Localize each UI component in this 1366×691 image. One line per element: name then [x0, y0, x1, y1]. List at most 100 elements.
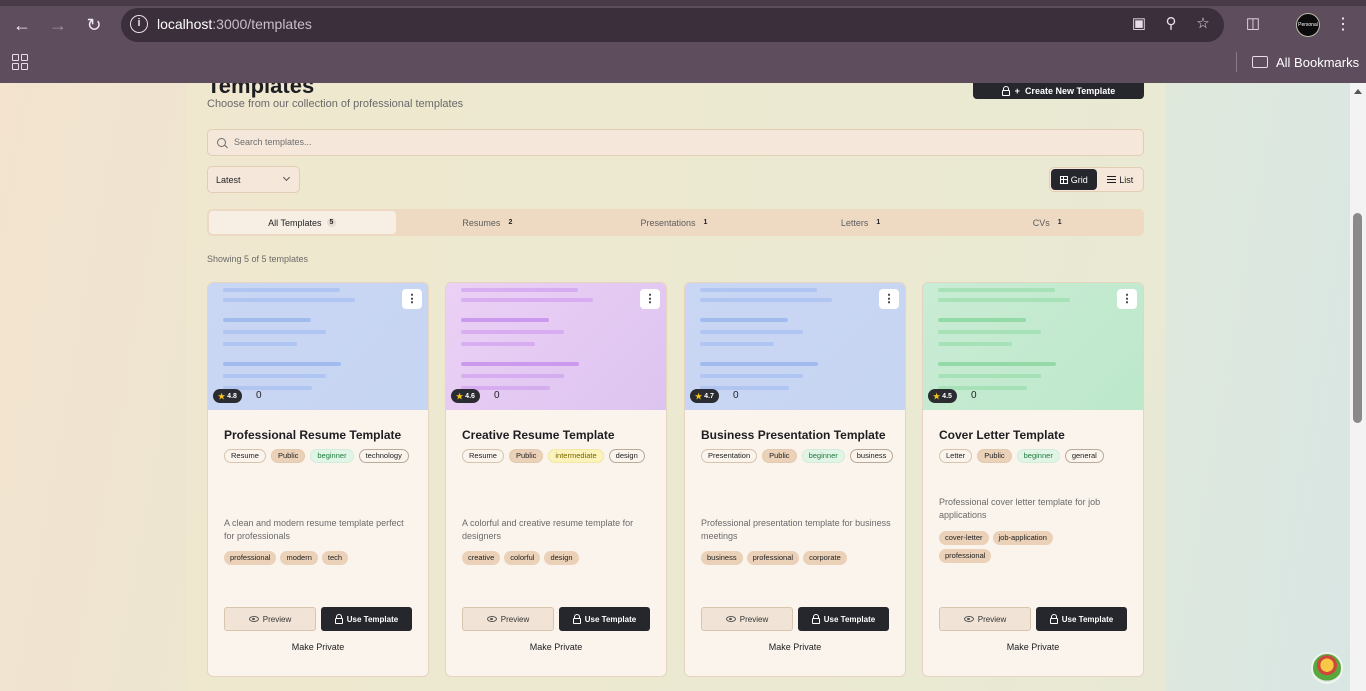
profile-avatar[interactable]: Personal — [1296, 13, 1320, 37]
tab-all-templates[interactable]: All Templates 5 — [209, 211, 396, 234]
preview-label: Preview — [977, 614, 1007, 624]
plus-icon: + — [1014, 86, 1020, 96]
preview-label: Preview — [500, 614, 530, 624]
tab-count: 5 — [326, 218, 337, 227]
placeholder-line — [700, 318, 788, 322]
install-app-icon[interactable]: ▣ — [1129, 14, 1149, 34]
template-card[interactable]: ⋮ ★ 4.7 0 Business Presentation Template … — [684, 282, 906, 677]
preview-button[interactable]: Preview — [939, 607, 1031, 631]
all-bookmarks-label: All Bookmarks — [1276, 54, 1360, 70]
search-icon — [217, 138, 226, 147]
search-input[interactable]: Search templates... — [234, 137, 312, 147]
forward-arrow-icon[interactable]: → — [45, 12, 71, 38]
preview-button[interactable]: Preview — [462, 607, 554, 631]
lock-icon — [334, 613, 343, 624]
tag: professional — [224, 551, 277, 565]
tab-label: Letters — [840, 217, 869, 228]
make-private-link[interactable]: Make Private — [208, 642, 428, 652]
tag: corporate — [803, 551, 847, 565]
star-icon: ★ — [695, 391, 703, 401]
preview-button[interactable]: Preview — [224, 607, 316, 631]
reload-icon[interactable]: ↻ — [81, 12, 107, 38]
use-template-button[interactable]: Use Template — [1036, 607, 1127, 631]
placeholder-line — [938, 374, 1041, 378]
site-info-icon[interactable]: i — [130, 15, 148, 33]
tab-label: CVs — [1032, 217, 1050, 228]
bookmark-star-icon[interactable]: ☆ — [1193, 14, 1213, 34]
placeholder-line — [223, 342, 297, 346]
grid-view-button[interactable]: Grid — [1051, 169, 1097, 190]
star-icon: ★ — [218, 391, 226, 401]
lock-icon — [1001, 85, 1010, 96]
use-template-label: Use Template — [823, 614, 876, 624]
tab-presentations[interactable]: Presentations 1 — [582, 211, 769, 234]
card-badges: Letter Public beginner general — [939, 449, 1139, 463]
page-viewport: Templates Choose from our collection of … — [0, 83, 1366, 691]
template-card[interactable]: ⋮ ★ 4.5 0 Cover Letter Template Letter Pu… — [922, 282, 1144, 677]
make-private-link[interactable]: Make Private — [446, 642, 666, 652]
rating-badge: ★ 4.8 — [213, 389, 242, 403]
tab-resumes[interactable]: Resumes 2 — [396, 211, 583, 234]
template-card[interactable]: ⋮ ★ 4.8 0 Professional Resume Template Re… — [207, 282, 429, 677]
create-template-label: Create New Template — [1024, 86, 1116, 96]
visibility-badge: Public — [508, 449, 544, 463]
use-template-label: Use Template — [1061, 614, 1114, 624]
tab-letters[interactable]: Letters 1 — [769, 211, 956, 234]
category-badge: general — [1064, 449, 1104, 463]
apps-grid-icon[interactable] — [12, 54, 28, 70]
back-arrow-icon[interactable]: ← — [9, 12, 35, 38]
more-options-icon[interactable]: ⋮ — [640, 289, 660, 309]
placeholder-line — [700, 330, 803, 334]
create-template-button[interactable]: + Create New Template — [973, 83, 1144, 99]
difficulty-badge: intermediate — [548, 449, 604, 463]
sort-select[interactable]: Latest — [207, 166, 300, 193]
bookmarks-divider — [1236, 52, 1237, 72]
scrollbar-thumb[interactable] — [1353, 213, 1362, 423]
placeholder-line — [461, 298, 593, 302]
more-options-icon[interactable]: ⋮ — [879, 289, 899, 309]
list-label: List — [1119, 174, 1134, 185]
placeholder-line — [700, 374, 803, 378]
placeholder-line — [461, 288, 578, 292]
usage-count: 0 — [733, 390, 739, 401]
card-tags: business professional corporate — [701, 551, 901, 565]
url-host: localhost — [157, 16, 213, 32]
card-description: A clean and modern resume template perfe… — [224, 518, 404, 541]
page-title: Templates — [207, 83, 315, 98]
scroll-up-arrow-icon[interactable] — [1354, 89, 1362, 94]
tab-search-icon[interactable]: ◫ — [1243, 14, 1263, 34]
lock-icon — [1049, 613, 1058, 624]
use-template-button[interactable]: Use Template — [559, 607, 650, 631]
browser-menu-icon[interactable]: ⋮ — [1335, 13, 1351, 37]
visibility-badge: Public — [977, 449, 1012, 463]
tab-count: 1 — [703, 219, 708, 226]
tab-label: All Templates — [268, 217, 322, 228]
tab-strip — [0, 0, 1366, 6]
all-bookmarks[interactable]: All Bookmarks — [1252, 53, 1359, 71]
difficulty-badge: beginner — [1016, 449, 1060, 463]
tag: cover-letter — [939, 531, 989, 545]
search-box[interactable]: Search templates... — [207, 129, 1144, 156]
eye-icon — [725, 616, 736, 622]
template-thumbnail — [685, 283, 905, 410]
tab-cvs[interactable]: CVs 1 — [955, 211, 1142, 234]
more-options-icon[interactable]: ⋮ — [1117, 289, 1137, 309]
tag: colorful — [504, 551, 541, 565]
make-private-link[interactable]: Make Private — [685, 642, 905, 652]
list-view-button[interactable]: List — [1098, 168, 1144, 191]
more-options-icon[interactable]: ⋮ — [402, 289, 422, 309]
use-template-button[interactable]: Use Template — [798, 607, 889, 631]
difficulty-badge: beginner — [801, 449, 845, 463]
preview-button[interactable]: Preview — [701, 607, 793, 631]
template-card[interactable]: ⋮ ★ 4.6 0 Creative Resume Template Resume… — [445, 282, 667, 677]
make-private-link[interactable]: Make Private — [923, 642, 1143, 652]
url-text[interactable]: localhost:3000/templates — [157, 16, 312, 32]
card-tags: professional modern tech — [224, 551, 424, 565]
tag: design — [544, 551, 579, 565]
tag: professional — [939, 549, 992, 563]
zoom-icon[interactable]: ⚲ — [1161, 14, 1181, 34]
rating-value: 4.8 — [227, 392, 237, 400]
category-badge: business — [849, 449, 894, 463]
assistant-bubble-icon[interactable] — [1311, 652, 1343, 684]
use-template-button[interactable]: Use Template — [321, 607, 412, 631]
